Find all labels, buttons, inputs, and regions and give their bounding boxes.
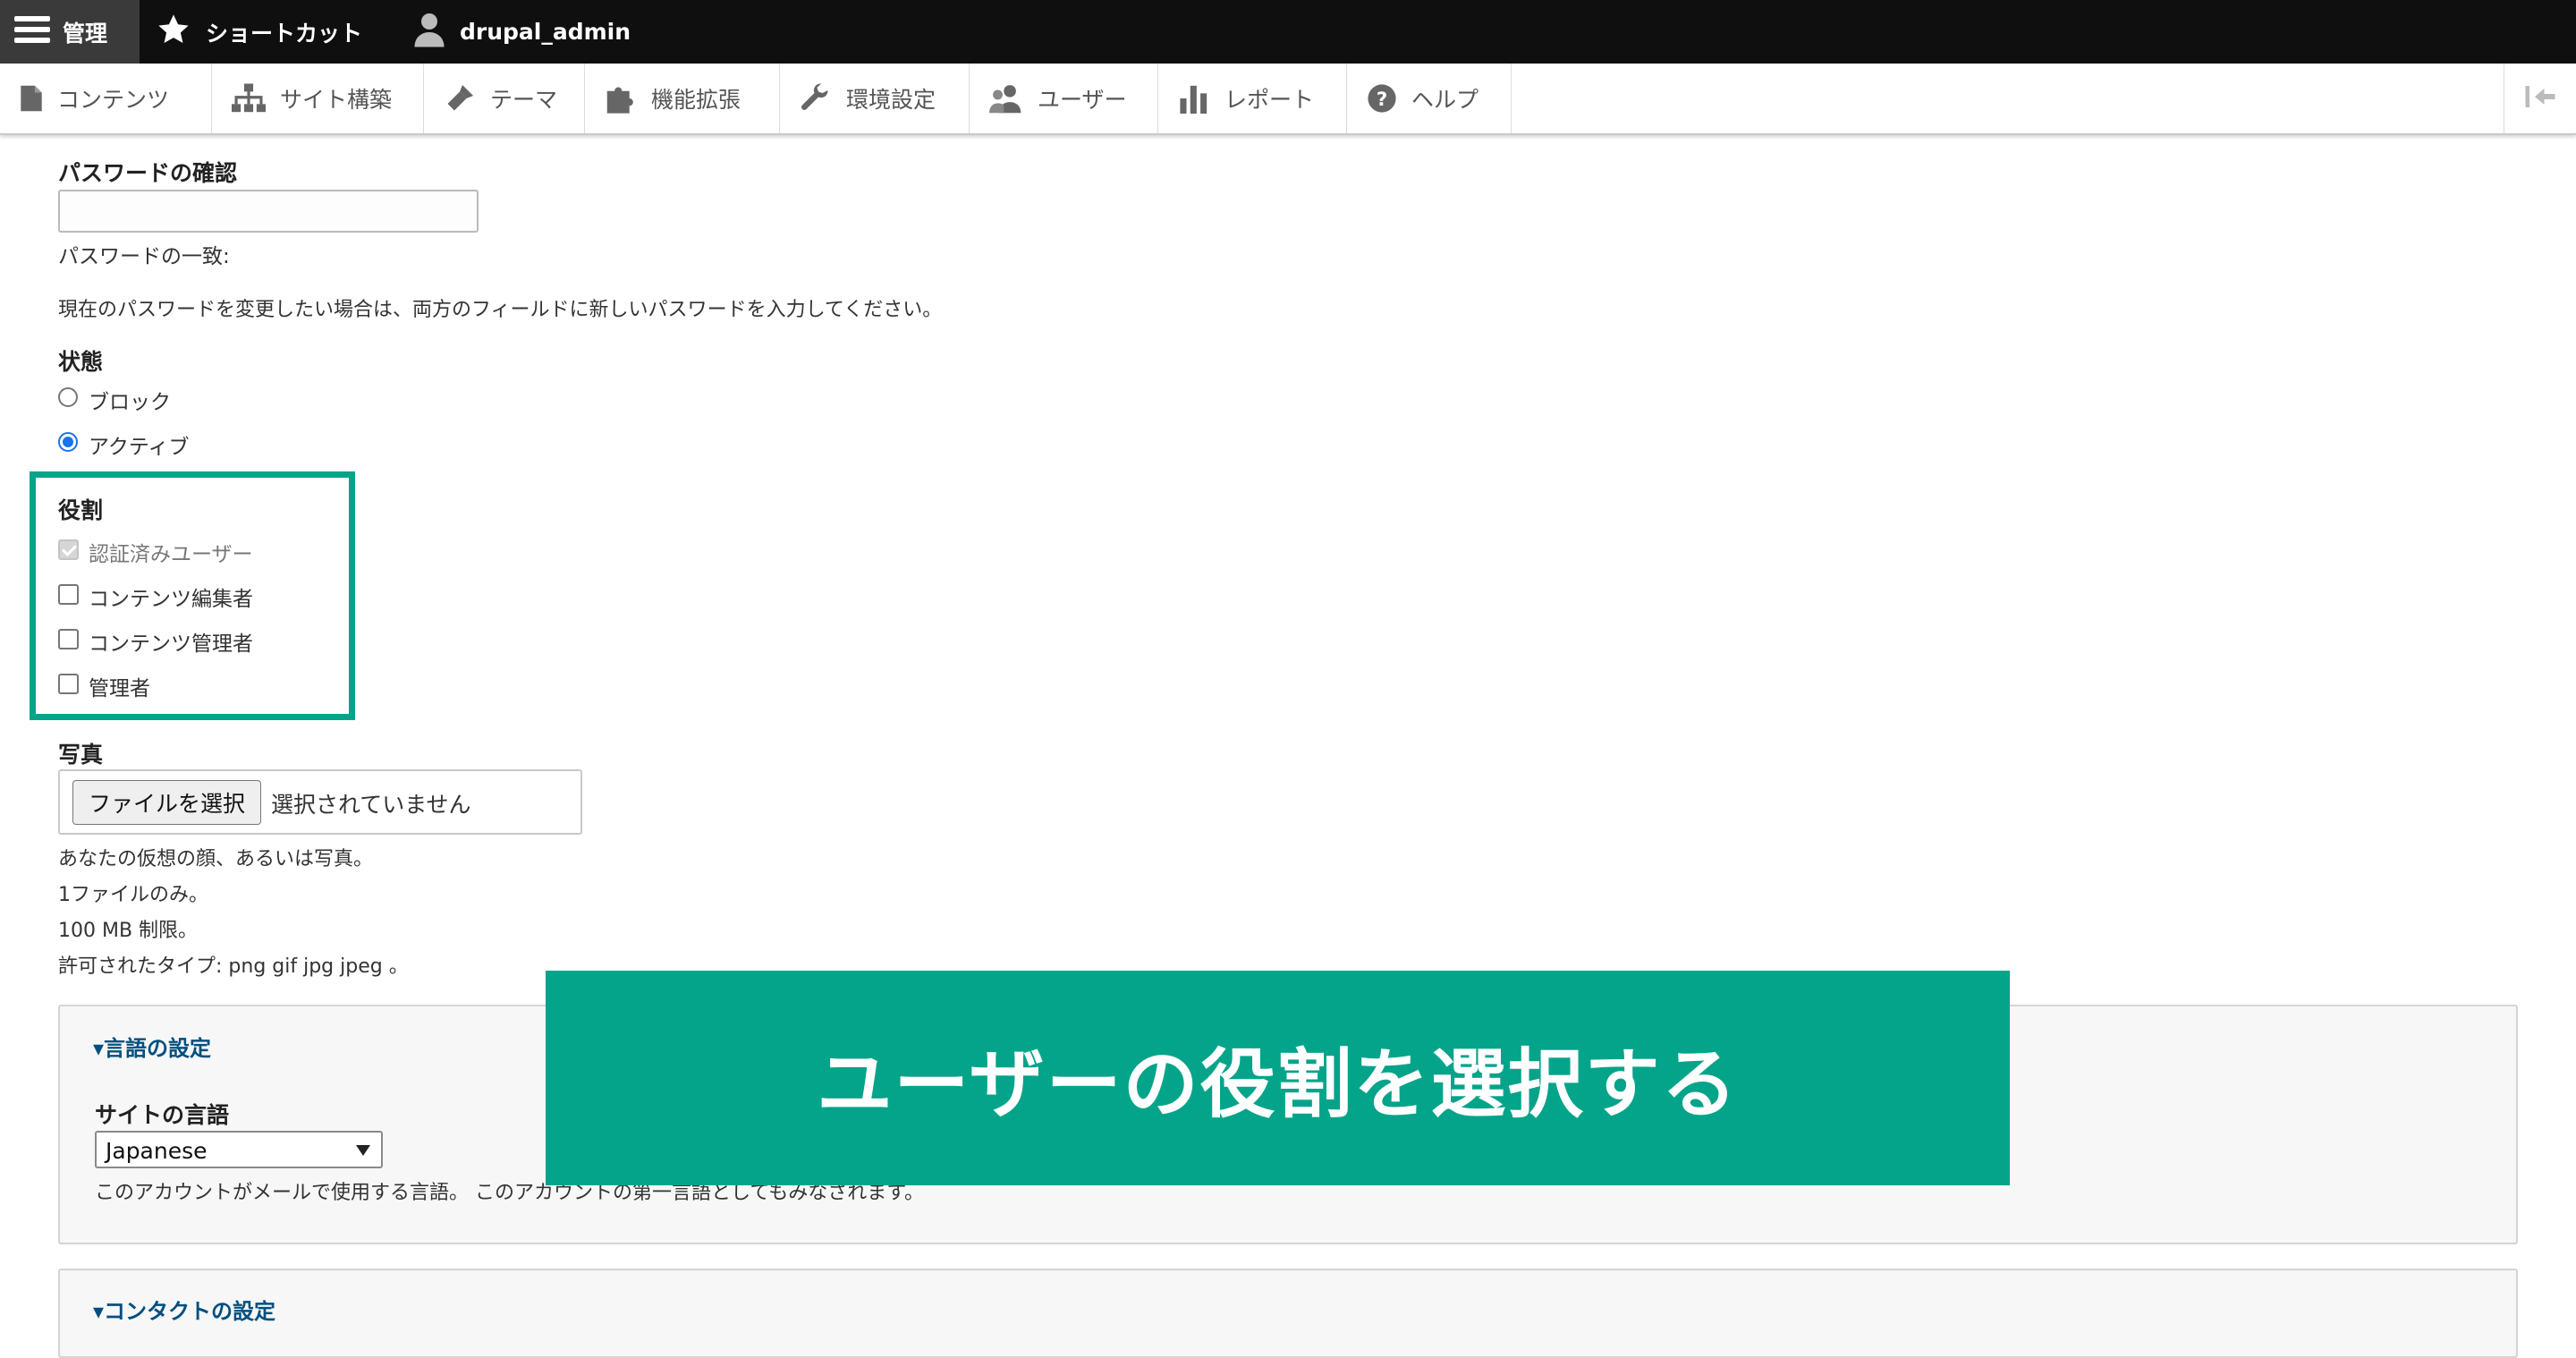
menu-item-reports[interactable]: レポート (1158, 64, 1347, 133)
role-checkbox-authenticated (58, 539, 79, 560)
username-label: drupal_admin (460, 19, 631, 45)
site-language-label: サイトの言語 (95, 1102, 230, 1128)
roles-label: 役割 (58, 497, 104, 523)
status-radio-active[interactable] (58, 432, 78, 452)
status-label: 状態 (58, 349, 104, 375)
admin-menu-tray: コンテンツ サイト構築 テーマ 機能拡張 環境設定 ユーザー レポート ? ヘル… (0, 64, 2576, 135)
menu-label: ヘルプ (1411, 87, 1479, 113)
password-confirm-label: パスワードの確認 (58, 160, 238, 186)
people-icon (989, 83, 1023, 114)
role-option-administrator: 管理者 (89, 677, 150, 700)
document-icon (20, 84, 43, 113)
photo-help-description: あなたの仮想の顔、あるいは写真。 (58, 848, 374, 870)
password-confirm-input[interactable] (58, 190, 479, 233)
contact-settings-fieldset (58, 1269, 2518, 1358)
tray-orientation-toggle[interactable] (2504, 64, 2576, 133)
menu-label: コンテンツ (57, 87, 170, 113)
shortcuts-tab[interactable]: ショートカット (156, 0, 362, 64)
menu-item-structure[interactable]: サイト構築 (212, 64, 424, 133)
password-help-text: 現在のパスワードを変更したい場合は、両方のフィールドに新しいパスワードを入力して… (58, 299, 943, 321)
role-option-content-manager: コンテンツ管理者 (89, 632, 253, 656)
menu-label: 機能拡張 (651, 87, 741, 113)
menu-label: サイト構築 (280, 87, 393, 113)
caption-banner-text: ユーザーの役割を選択する (817, 1040, 1739, 1128)
status-option-blocked: ブロック (89, 391, 171, 414)
role-option-authenticated: 認証済みユーザー (89, 543, 253, 566)
photo-help-size: 100 MB 制限。 (58, 920, 199, 942)
menu-label: 環境設定 (846, 87, 936, 113)
password-match-text: パスワードの一致: (58, 245, 230, 268)
bar-chart-icon (1178, 83, 1210, 114)
star-icon (156, 13, 191, 52)
status-option-active: アクティブ (89, 436, 190, 459)
photo-help-count: 1ファイルのみ。 (58, 884, 208, 906)
status-radio-blocked[interactable] (58, 387, 78, 407)
role-option-content-editor: コンテンツ編集者 (89, 588, 253, 611)
role-checkbox-content-manager[interactable] (58, 629, 79, 649)
user-icon (413, 12, 445, 53)
language-settings-summary[interactable]: ▾言語の設定 (93, 1031, 211, 1062)
manage-label: 管理 (63, 20, 108, 47)
choose-file-button[interactable]: ファイルを選択 (72, 780, 261, 825)
site-language-value: Japanese (106, 1138, 208, 1164)
user-tab[interactable]: drupal_admin (413, 0, 631, 64)
svg-text:?: ? (1377, 89, 1387, 111)
manage-tab[interactable]: 管理 (0, 0, 140, 64)
contact-settings-summary[interactable]: ▾コンタクトの設定 (93, 1294, 275, 1325)
menu-item-people[interactable]: ユーザー (970, 64, 1158, 133)
help-icon: ? (1367, 83, 1397, 114)
menu-item-help[interactable]: ? ヘルプ (1347, 64, 1512, 133)
menu-item-configuration[interactable]: 環境設定 (780, 64, 970, 133)
role-checkbox-administrator[interactable] (58, 674, 79, 694)
wrench-icon (800, 82, 832, 115)
paintbrush-icon (444, 82, 476, 115)
puzzle-icon (605, 83, 637, 114)
menu-label: テーマ (490, 87, 558, 113)
admin-toolbar: 管理 ショートカット drupal_admin (0, 0, 2576, 64)
caption-banner: ユーザーの役割を選択する (546, 971, 2010, 1185)
menu-item-content[interactable]: コンテンツ (0, 64, 212, 133)
role-checkbox-content-editor[interactable] (58, 584, 79, 605)
menu-label: ユーザー (1038, 87, 1127, 113)
site-language-select[interactable]: Japanese (95, 1131, 383, 1168)
photo-label: 写真 (58, 742, 104, 768)
photo-file-input: ファイルを選択 選択されていません (58, 769, 582, 835)
menu-label: レポート (1224, 87, 1315, 113)
sitemap-icon (232, 83, 266, 114)
shortcuts-label: ショートカット (206, 20, 363, 47)
collapse-arrow-icon (2524, 83, 2556, 114)
hamburger-icon (14, 14, 50, 50)
photo-help-types: 許可されたタイプ: png gif jpg jpeg 。 (58, 955, 409, 978)
file-status-text: 選択されていません (271, 792, 471, 818)
menu-item-extend[interactable]: 機能拡張 (584, 64, 780, 133)
dropdown-arrow-icon (356, 1145, 370, 1156)
